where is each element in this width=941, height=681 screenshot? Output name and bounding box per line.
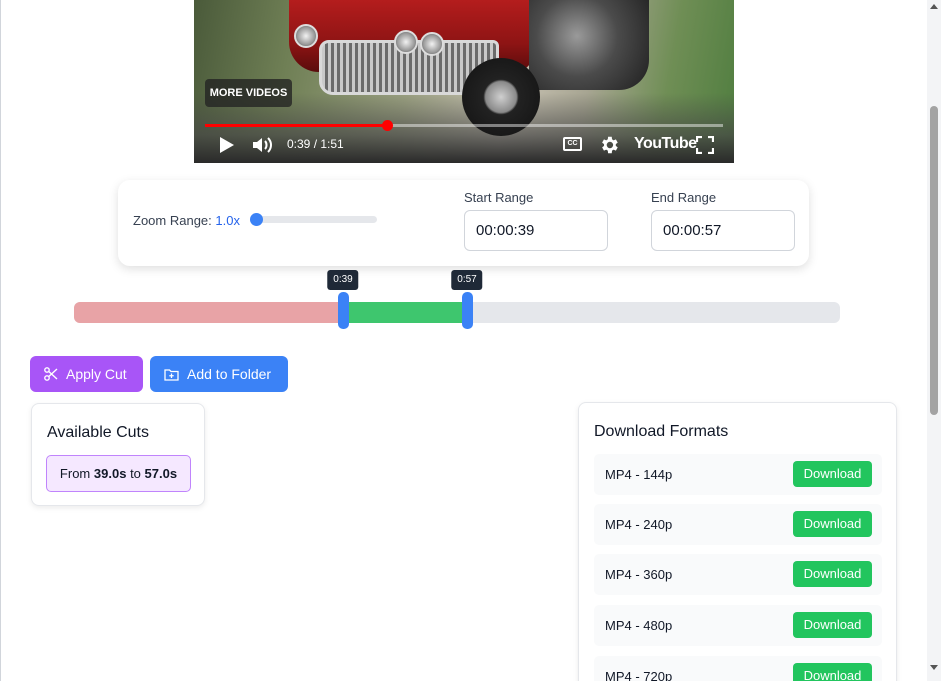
folder-plus-icon (164, 368, 179, 381)
apply-cut-label: Apply Cut (66, 366, 127, 382)
page-border (0, 0, 1, 681)
closed-captions-icon[interactable]: CC (563, 137, 582, 151)
format-row: MP4 - 480p Download (594, 605, 882, 646)
scroll-down-arrow-icon[interactable] (930, 665, 938, 670)
download-button[interactable]: Download (793, 561, 872, 587)
add-to-folder-button[interactable]: Add to Folder (150, 356, 288, 392)
video-progress-bar[interactable] (205, 120, 723, 131)
format-label: MP4 - 240p (605, 517, 673, 532)
zoom-range-text: Zoom Range: (133, 213, 212, 228)
video-time: 0:39 / 1:51 (287, 137, 344, 151)
format-label: MP4 - 144p (605, 467, 673, 482)
cut-item-start: 39.0s (93, 466, 127, 481)
start-range-label: Start Range (464, 190, 534, 205)
timeline-excluded-region (74, 302, 343, 323)
zoom-range-slider[interactable] (250, 213, 377, 226)
timeline-start-handle[interactable] (338, 292, 349, 329)
download-button[interactable]: Download (793, 461, 872, 487)
format-row: MP4 - 720p Download (594, 656, 882, 681)
cut-item-separator: to (130, 466, 141, 481)
end-handle-tooltip: 0:57 (451, 270, 483, 290)
settings-gear-icon[interactable] (598, 134, 620, 156)
download-button[interactable]: Download (793, 511, 872, 537)
scissors-icon (44, 367, 58, 381)
range-controls-card: Zoom Range: 1.0x Start Range End Range (118, 180, 809, 266)
end-range-input[interactable] (651, 210, 795, 251)
download-formats-card: Download Formats MP4 - 144p Download MP4… (578, 402, 897, 681)
fullscreen-icon[interactable] (696, 136, 714, 154)
format-label: MP4 - 360p (605, 567, 673, 582)
volume-icon[interactable] (252, 136, 274, 154)
format-row: MP4 - 240p Download (594, 504, 882, 545)
cut-item-prefix: From (59, 466, 91, 481)
end-range-label: End Range (651, 190, 717, 205)
youtube-logo[interactable]: YouTube (634, 135, 697, 153)
scrollbar-thumb[interactable] (930, 106, 938, 415)
timeline-selected-region (343, 302, 467, 323)
format-row: MP4 - 144p Download (594, 454, 882, 495)
format-label: MP4 - 720p (605, 669, 673, 681)
zoom-range-value: 1.0x (215, 213, 240, 228)
zoom-slider-knob[interactable] (250, 213, 263, 226)
format-row: MP4 - 360p Download (594, 554, 882, 595)
video-frame-engine (529, 0, 649, 90)
add-to-folder-label: Add to Folder (187, 366, 272, 382)
more-videos-button[interactable]: MORE VIDEOS (205, 79, 292, 107)
video-progress-fill (205, 124, 387, 127)
video-frame-headlight (394, 30, 418, 54)
video-player[interactable]: MORE VIDEOS 0:39 / 1:51 CC YouTube (194, 0, 734, 163)
cut-item-end: 57.0s (144, 466, 178, 481)
video-frame-headlight (420, 32, 444, 56)
timeline-end-handle[interactable] (462, 292, 473, 329)
available-cuts-title: Available Cuts (47, 424, 149, 441)
start-range-input[interactable] (464, 210, 608, 251)
play-icon[interactable] (220, 137, 234, 153)
page-scrollbar[interactable] (927, 0, 941, 681)
cut-item[interactable]: From 39.0s to 57.0s (46, 455, 191, 492)
available-cuts-card: Available Cuts From 39.0s to 57.0s (31, 403, 205, 506)
apply-cut-button[interactable]: Apply Cut (30, 356, 143, 392)
scroll-up-arrow-icon[interactable] (930, 4, 938, 9)
download-button[interactable]: Download (793, 663, 872, 681)
download-button[interactable]: Download (793, 612, 872, 638)
cut-timeline[interactable] (74, 292, 840, 329)
download-formats-title: Download Formats (594, 423, 729, 440)
format-label: MP4 - 480p (605, 618, 673, 633)
video-frame-headlight (294, 24, 318, 48)
start-handle-tooltip: 0:39 (327, 270, 359, 290)
video-progress-knob[interactable] (382, 120, 393, 131)
zoom-range-label: Zoom Range: 1.0x (133, 213, 240, 228)
